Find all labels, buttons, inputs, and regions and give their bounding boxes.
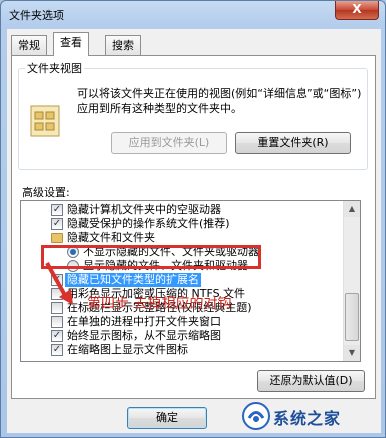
close-button[interactable]: X <box>335 1 379 20</box>
list-item-label: 隐藏已知文件类型的扩展名 <box>65 273 201 287</box>
window-title: 文件夹选项 <box>9 9 64 22</box>
folder-views-description: 可以将该文件夹正在使用的视图(例如“详细信息”或“图标”)应用到所有这种类型的文… <box>77 87 362 115</box>
tab-view[interactable]: 查看 <box>53 32 89 56</box>
folder-view-icon <box>30 105 60 137</box>
restore-defaults-button[interactable]: 还原为默认值(D) <box>257 370 365 392</box>
annotation-caption: 第四步 去掉相应的对钩 <box>87 296 232 312</box>
ok-button[interactable]: 确定 <box>127 407 207 429</box>
checkbox[interactable] <box>51 316 63 328</box>
list-item-label: 在缩略图上显示文件图标 <box>67 343 188 356</box>
annotation-arrow-icon <box>45 262 73 305</box>
list-scrollbar[interactable]: ▲ ▼ <box>343 201 360 361</box>
list-item-label: 隐藏文件和文件夹 <box>67 231 155 244</box>
list-item[interactable]: 在单独的进程中打开文件夹窗口 <box>21 315 341 329</box>
list-item-label: 隐藏受保护的操作系统文件(推荐) <box>67 217 230 230</box>
advanced-settings-label: 高级设置: <box>22 186 70 199</box>
reset-folders-button[interactable]: 重置文件夹(R) <box>235 132 351 154</box>
checkbox[interactable]: ✓ <box>51 218 63 230</box>
list-item[interactable]: ✓ 始终显示图标，从不显示缩略图 <box>21 329 341 343</box>
scroll-thumb[interactable] <box>345 293 359 341</box>
watermark: 系统之家 <box>239 397 385 437</box>
list-item: 隐藏文件和文件夹 <box>21 231 341 245</box>
tab-general[interactable]: 常规 <box>11 35 47 55</box>
title-bar: 文件夹选项 X <box>1 1 385 27</box>
list-item-label: 在单独的进程中打开文件夹窗口 <box>67 315 221 328</box>
view-tab-panel: 文件夹视图 可以将该文件夹正在使用的视图(例如“详细信息”或“图标”)应用到所有… <box>11 55 376 399</box>
checkbox[interactable]: ✓ <box>51 204 63 216</box>
list-item[interactable]: ✓ 隐藏计算机文件夹中的空驱动器 <box>21 203 341 217</box>
dialog-client: 常规 查看 搜索 文件夹视图 可以将该文件夹正在使用的视图(例如“详细信息”或“… <box>7 29 381 433</box>
watermark-text: 系统之家 <box>273 409 342 428</box>
list-item[interactable]: ✓ 隐藏受保护的操作系统文件(推荐) <box>21 217 341 231</box>
checkbox[interactable]: ✓ <box>51 344 63 356</box>
watermark-logo-icon <box>242 402 270 430</box>
list-item-label: 隐藏计算机文件夹中的空驱动器 <box>67 203 221 216</box>
list-item[interactable]: ✓ 在缩略图上显示文件图标 <box>21 343 341 357</box>
tab-search[interactable]: 搜索 <box>105 35 141 55</box>
scroll-up-arrow-icon[interactable]: ▲ <box>344 201 360 217</box>
apply-to-folders-button[interactable]: 应用到文件夹(L) <box>111 132 227 154</box>
folder-views-legend: 文件夹视图 <box>27 62 82 75</box>
scroll-down-arrow-icon[interactable]: ▼ <box>344 345 360 361</box>
folder-icon <box>51 233 63 243</box>
list-item-label: 始终显示图标，从不显示缩略图 <box>67 329 221 342</box>
folder-views-group: 文件夹视图 可以将该文件夹正在使用的视图(例如“详细信息”或“图标”)应用到所有… <box>18 60 368 170</box>
folder-options-window: 文件夹选项 X 常规 查看 搜索 文件夹视图 可以将该文件夹正在使用的视图(例如… <box>0 0 386 438</box>
checkbox[interactable]: ✓ <box>51 330 63 342</box>
